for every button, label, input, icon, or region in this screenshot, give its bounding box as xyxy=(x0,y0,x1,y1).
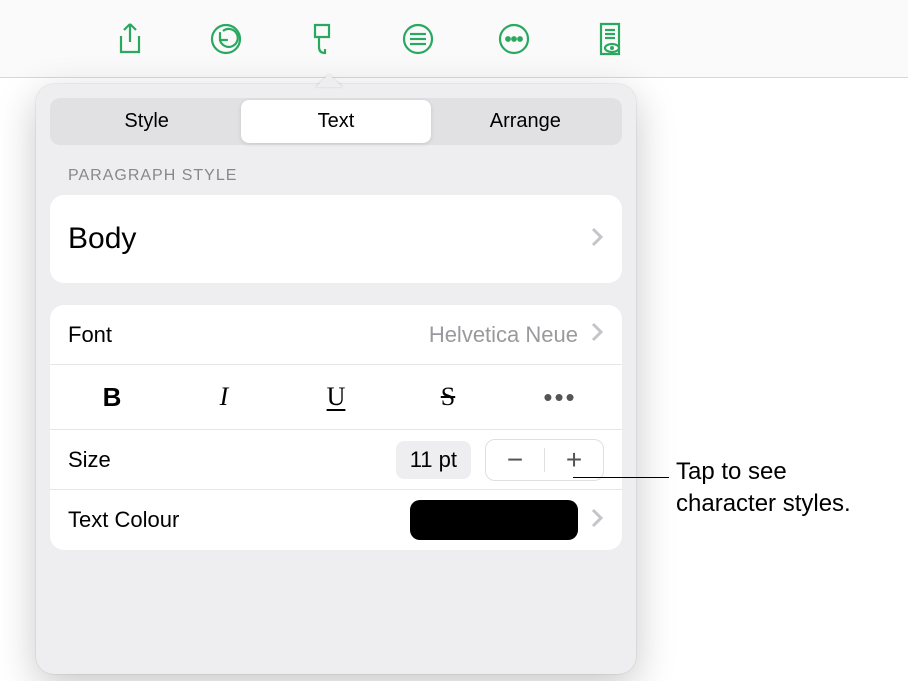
size-decrease-button[interactable]: − xyxy=(486,440,544,480)
paragraph-style-row[interactable]: Body xyxy=(50,195,622,283)
chevron-right-icon xyxy=(590,321,604,348)
text-colour-row[interactable]: Text Colour xyxy=(50,490,622,550)
underline-button[interactable]: U xyxy=(280,365,392,429)
paragraph-style-value: Body xyxy=(68,222,136,256)
share-button[interactable] xyxy=(110,19,150,59)
size-increase-button[interactable]: + xyxy=(545,440,603,480)
size-stepper: − + xyxy=(485,439,604,481)
callout-line-1: Tap to see xyxy=(676,456,851,488)
chevron-right-icon xyxy=(590,507,604,534)
tab-style[interactable]: Style xyxy=(52,100,241,143)
format-brush-button[interactable] xyxy=(302,19,342,59)
more-text-options-button[interactable]: ••• xyxy=(504,365,616,429)
italic-button[interactable]: I xyxy=(168,365,280,429)
format-buttons-row: B I U S ••• xyxy=(50,365,622,430)
format-popover: Style Text Arrange PARAGRAPH STYLE Body … xyxy=(36,84,636,674)
callout-leader-line xyxy=(573,477,669,478)
insert-button[interactable] xyxy=(398,19,438,59)
bold-button[interactable]: B xyxy=(56,365,168,429)
text-colour-swatch[interactable] xyxy=(410,500,578,540)
chevron-right-icon xyxy=(590,226,604,253)
callout-text: Tap to see character styles. xyxy=(676,456,851,521)
font-label: Font xyxy=(68,322,112,348)
toolbar xyxy=(0,0,908,78)
document-view-button[interactable] xyxy=(590,19,630,59)
size-value[interactable]: 11 pt xyxy=(396,441,471,479)
size-row: Size 11 pt − + xyxy=(50,430,622,490)
text-colour-label: Text Colour xyxy=(68,507,179,533)
font-row[interactable]: Font Helvetica Neue xyxy=(50,305,622,365)
paragraph-style-section-label: PARAGRAPH STYLE xyxy=(50,167,622,195)
popover-arrow xyxy=(314,72,344,86)
more-button[interactable] xyxy=(494,19,534,59)
undo-button[interactable] xyxy=(206,19,246,59)
size-label: Size xyxy=(68,447,111,473)
strikethrough-button[interactable]: S xyxy=(392,365,504,429)
font-value: Helvetica Neue xyxy=(429,322,578,348)
font-card: Font Helvetica Neue B I U S ••• Size 11 … xyxy=(50,305,622,550)
callout-line-2: character styles. xyxy=(676,488,851,520)
paragraph-style-card: Body xyxy=(50,195,622,283)
tab-text[interactable]: Text xyxy=(241,100,430,143)
tab-arrange[interactable]: Arrange xyxy=(431,100,620,143)
tab-segmented-control: Style Text Arrange xyxy=(50,98,622,145)
